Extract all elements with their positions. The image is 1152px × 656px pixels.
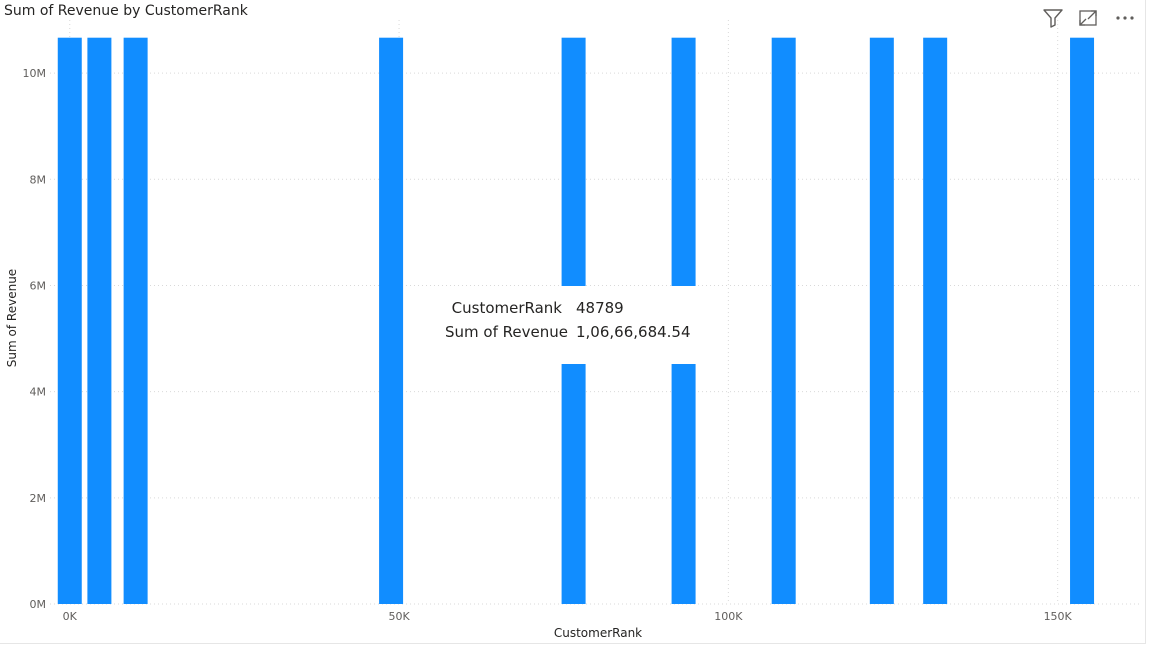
x-tick-label: 50K xyxy=(388,610,410,623)
x-tick-label: 0K xyxy=(63,610,78,623)
x-tick-label: 100K xyxy=(714,610,743,623)
y-axis-label: Sum of Revenue xyxy=(5,269,19,367)
tooltip: CustomerRank 48789 Sum of Revenue 1,06,6… xyxy=(433,286,703,364)
tooltip-row-sum-of-revenue: Sum of Revenue 1,06,66,684.54 xyxy=(445,320,691,344)
y-tick-label: 2M xyxy=(30,492,47,505)
bar[interactable] xyxy=(87,37,112,604)
tooltip-value: 1,06,66,684.54 xyxy=(576,323,691,341)
bar[interactable] xyxy=(771,37,796,604)
bar[interactable] xyxy=(57,37,82,604)
y-tick-label: 0M xyxy=(30,598,47,611)
y-tick-label: 10M xyxy=(23,67,47,80)
bar[interactable] xyxy=(123,37,148,604)
y-tick-label: 6M xyxy=(30,279,47,292)
bar[interactable] xyxy=(923,37,948,604)
y-tick-label: 4M xyxy=(30,386,47,399)
y-tick-label: 8M xyxy=(30,173,47,186)
tooltip-label: CustomerRank xyxy=(451,299,562,317)
x-tick-label: 150K xyxy=(1044,610,1073,623)
tooltip-row-customer-rank: CustomerRank 48789 xyxy=(445,296,691,320)
bar[interactable] xyxy=(1070,37,1095,604)
tooltip-label: Sum of Revenue xyxy=(445,323,568,341)
bar[interactable] xyxy=(379,37,404,604)
x-axis-ticks: 0K 50K 100K 150K xyxy=(63,610,1073,623)
x-axis-label: CustomerRank xyxy=(554,626,642,640)
tooltip-value: 48789 xyxy=(576,299,624,317)
y-axis-ticks: 0M 2M 4M 6M 8M 10M xyxy=(23,67,47,611)
bar[interactable] xyxy=(869,37,894,604)
